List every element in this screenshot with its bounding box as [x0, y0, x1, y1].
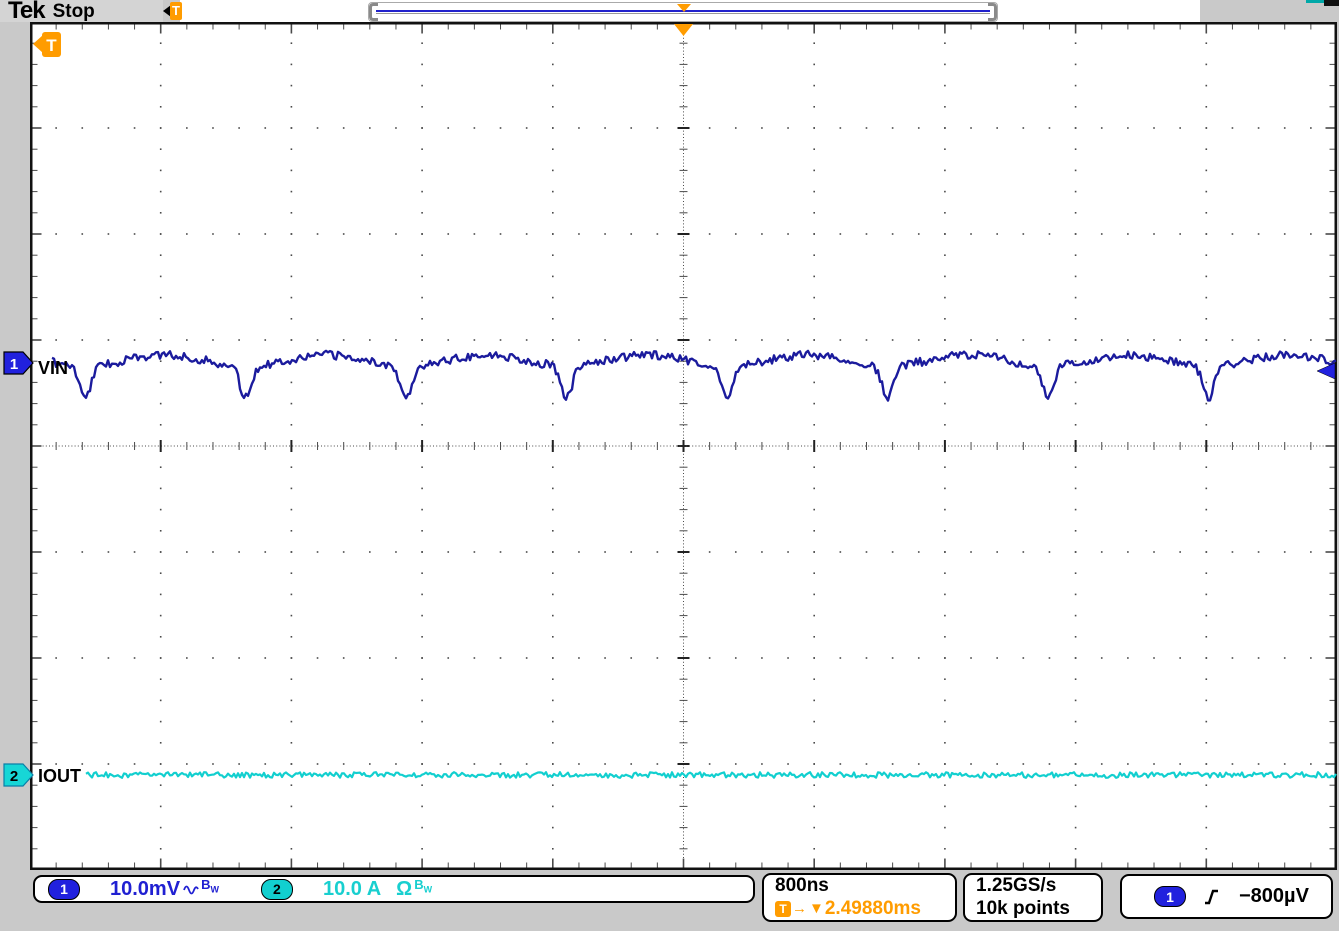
arrow-right-icon: → — [792, 901, 807, 917]
trigger-level-readout: −800µV — [1239, 885, 1309, 908]
header-bar: Tek Stop — [0, 0, 163, 22]
triangle-down-icon: ▼ — [809, 901, 824, 917]
trigger-tag-letter: T — [46, 36, 57, 55]
ch1-coupling-wave-icon — [183, 884, 201, 896]
trigger-level-arrow-icon[interactable] — [1317, 363, 1335, 379]
ch2-scale-readout[interactable]: 10.0 A — [323, 878, 381, 901]
ch1-bandwidth-icon: BW — [201, 877, 219, 895]
trigger-time-value: 2.49880ms — [825, 898, 921, 920]
waveform-traces — [52, 351, 1336, 778]
flag-t-icon: T — [170, 2, 182, 20]
ch1-marker-number: 1 — [10, 356, 18, 373]
acquisition-status-label: Stop — [53, 0, 95, 23]
sample-rate-readout: 1.25GS/s — [976, 875, 1101, 897]
trigger-position-flag-icon[interactable]: T — [163, 1, 182, 21]
ch2-bandwidth-icon: BW — [414, 877, 432, 895]
grid-dots — [31, 23, 1336, 869]
ch1-badge[interactable]: 1 — [48, 879, 80, 900]
ch2-marker-number: 2 — [10, 768, 18, 785]
ch1-trace — [52, 351, 1336, 401]
ch1-scale-readout[interactable]: 10.0mV — [110, 878, 180, 901]
trigger-time-tag-icon[interactable]: T — [33, 32, 61, 57]
graticule: T VIN IOUT — [30, 22, 1337, 870]
top-right-teal-accent — [1306, 0, 1325, 3]
trigger-slope-rising-icon — [1204, 888, 1219, 906]
trigger-position-triangle-icon[interactable] — [674, 24, 693, 36]
timebase-scale-readout: 800ns — [775, 875, 955, 897]
trigger-readout-box[interactable]: 1 −800µV — [1120, 874, 1333, 919]
ch1-reference-marker[interactable]: 1 — [3, 351, 34, 375]
ch2-reference-marker[interactable]: 2 — [3, 763, 34, 787]
trigger-position-marker-icon[interactable] — [677, 4, 691, 12]
acquisition-window-bar[interactable] — [368, 2, 998, 22]
record-line-shadow — [376, 13, 990, 14]
top-right-black-accent — [1324, 0, 1339, 6]
channel-readout-box: 1 10.0mV BW 2 10.0 A Ω BW — [33, 875, 755, 903]
trigger-source-badge: 1 — [1154, 886, 1186, 907]
ch2-waveform-label: IOUT — [38, 766, 81, 786]
ch2-impedance-readout: Ω — [396, 878, 412, 901]
window-right-bracket-icon — [988, 3, 997, 21]
ch2-badge[interactable]: 2 — [261, 879, 293, 900]
ch1-waveform-label: VIN — [38, 358, 68, 378]
oscilloscope-screen: Tek Stop T T VIN IOUT 1 — [0, 0, 1339, 931]
record-length-readout: 10k points — [976, 898, 1101, 920]
tek-logo: Tek — [8, 0, 45, 22]
timebase-readout-box[interactable]: 800ns T → ▼ 2.49880ms — [762, 873, 957, 922]
trigger-t-icon: T — [775, 901, 791, 917]
acquisition-readout-box[interactable]: 1.25GS/s 10k points — [963, 873, 1103, 922]
trigger-time-readout: T → ▼ 2.49880ms — [775, 898, 955, 920]
window-left-bracket-icon — [369, 3, 378, 21]
ch2-trace — [86, 772, 1336, 778]
